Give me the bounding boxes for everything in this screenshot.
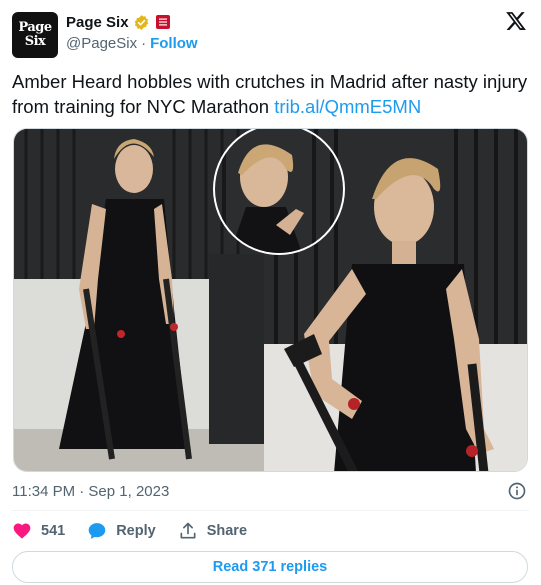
affiliation-badge-icon[interactable] [155, 15, 170, 29]
tweet-timestamp[interactable]: 11:34 PM · Sep 1, 2023 [12, 483, 169, 500]
read-replies-button[interactable]: Read 371 replies [12, 551, 528, 583]
left-door [209, 254, 264, 444]
action-bar: 541 Reply Share [12, 519, 269, 543]
share-arrow-icon [180, 522, 196, 539]
tweet-text: Amber Heard hobbles with crutches in Mad… [12, 69, 532, 119]
info-icon[interactable] [507, 481, 527, 501]
avatar-text-line1: Page [18, 20, 52, 35]
reply-button[interactable]: Reply [87, 521, 156, 541]
author-handle-row: @PageSix · Follow [66, 35, 198, 52]
avatar-text-line2: Six [24, 34, 46, 49]
share-button[interactable]: Share [178, 521, 247, 541]
follow-button[interactable]: Follow [150, 35, 198, 52]
avatar[interactable]: Page Six [12, 12, 58, 58]
separator-dot: · [141, 35, 147, 52]
share-label: Share [206, 523, 248, 539]
left-figure-head [115, 145, 153, 193]
right-figure-neck [392, 241, 416, 267]
left-crutch-grip-2 [170, 323, 178, 331]
photo-collage-image [14, 129, 527, 471]
x-logo-icon[interactable] [505, 10, 527, 32]
speech-bubble-icon [88, 523, 106, 539]
left-crutch-grip [117, 330, 125, 338]
right-crutch-grip-2 [466, 445, 478, 457]
tweet-body: Amber Heard hobbles with crutches in Mad… [12, 71, 528, 117]
divider [12, 510, 529, 511]
reply-label: Reply [116, 523, 156, 539]
verified-badge-icon [134, 14, 148, 30]
tweet-link[interactable]: trib.al/QmmE5MN [274, 96, 421, 117]
affiliation-glyph-icon [158, 18, 167, 26]
like-count: 541 [41, 523, 66, 539]
author-handle[interactable]: @PageSix [66, 35, 137, 52]
author-name-row: Page Six [66, 12, 170, 32]
tweet-photo[interactable] [13, 128, 528, 472]
tweet-embed-card: Page Six Page Six @PageSix · Follow Ambe… [0, 0, 541, 585]
right-crutch-grip [348, 398, 360, 410]
heart-icon [13, 523, 31, 539]
author-display-name[interactable]: Page Six [66, 14, 129, 31]
like-button[interactable]: 541 [12, 521, 65, 541]
